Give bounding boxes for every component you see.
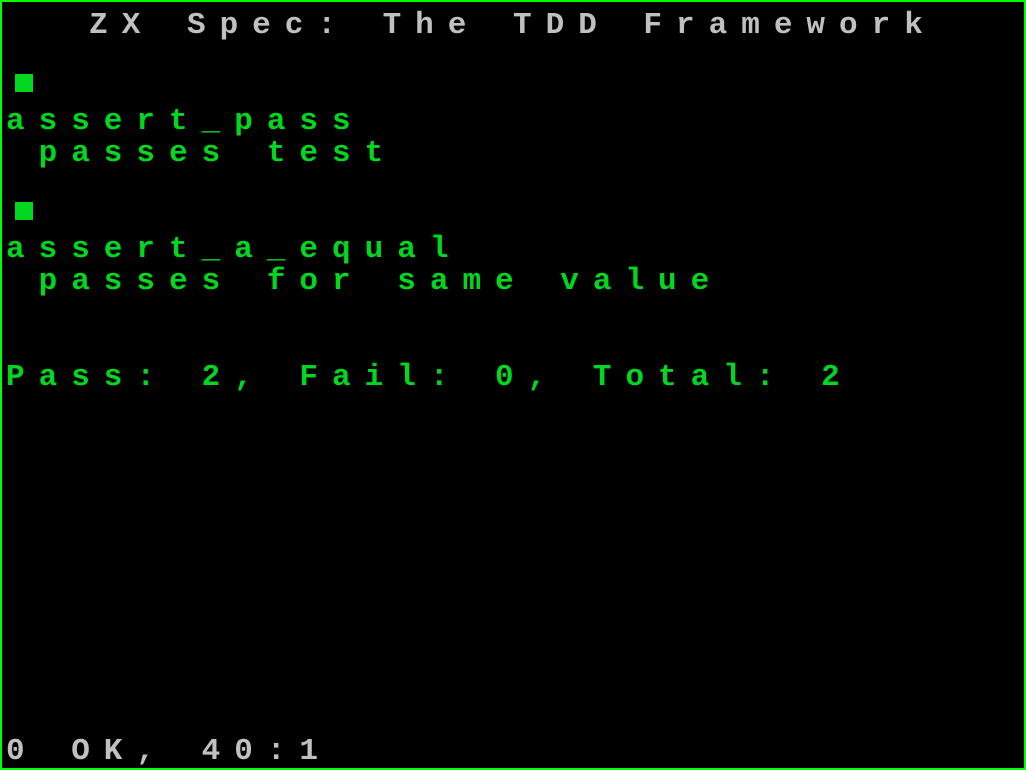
zx-spectrum-screen: ZX Spec: The TDD Framework assert_pass p… <box>2 2 1024 768</box>
test-name: assert_a_equal <box>6 234 1020 266</box>
status-line: 0 OK, 40:1 <box>6 736 332 768</box>
test-name: assert_pass <box>6 106 1020 138</box>
blank-line <box>6 42 1020 74</box>
test-desc: passes for same value <box>6 266 1020 298</box>
test-marker <box>6 202 1020 234</box>
blank-line <box>6 330 1020 362</box>
blank-line <box>6 298 1020 330</box>
pass-dot-icon <box>15 74 33 92</box>
pass-dot-icon <box>15 202 33 220</box>
test-desc: passes test <box>6 138 1020 170</box>
blank-line <box>6 170 1020 202</box>
summary-line: Pass: 2, Fail: 0, Total: 2 <box>6 362 1020 394</box>
page-title: ZX Spec: The TDD Framework <box>6 10 1020 42</box>
test-marker <box>6 74 1020 106</box>
